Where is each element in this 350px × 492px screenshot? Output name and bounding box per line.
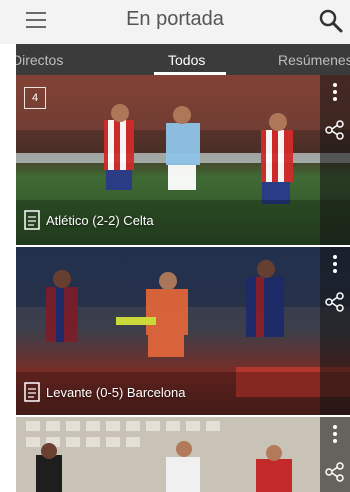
photo-count-badge: 4 [24, 87, 46, 109]
tab-todos[interactable]: Todos [168, 52, 205, 68]
more-options-icon[interactable] [332, 83, 338, 105]
article-icon [24, 210, 40, 230]
card-actions [320, 417, 350, 492]
more-options-icon[interactable] [332, 425, 338, 447]
search-icon[interactable] [318, 8, 344, 34]
card-title: Atlético (2-2) Celta [46, 212, 154, 228]
page-title: En portada [126, 8, 224, 30]
news-card-third[interactable] [16, 417, 350, 492]
news-card-atletico-celta[interactable]: 4 Atlético (2-2) Celta [16, 75, 350, 245]
card-caption: Atlético (2-2) Celta [24, 210, 154, 230]
card-actions [320, 75, 350, 245]
card-actions [320, 247, 350, 415]
tab-resumenes[interactable]: Resúmenes [278, 52, 350, 68]
tab-bar: Directos Todos Resúmenes [16, 44, 350, 75]
article-icon [24, 382, 40, 402]
news-card-levante-barcelona[interactable]: Levante (0-5) Barcelona [16, 247, 350, 415]
share-icon[interactable] [324, 291, 346, 313]
more-options-icon[interactable] [332, 255, 338, 277]
share-icon[interactable] [324, 119, 346, 141]
card-title: Levante (0-5) Barcelona [46, 384, 186, 400]
card-caption: Levante (0-5) Barcelona [24, 382, 185, 402]
match-photo [16, 417, 350, 492]
share-icon[interactable] [324, 461, 346, 483]
tab-directos[interactable]: Directos [16, 52, 63, 68]
app-header: En portada [0, 0, 350, 44]
